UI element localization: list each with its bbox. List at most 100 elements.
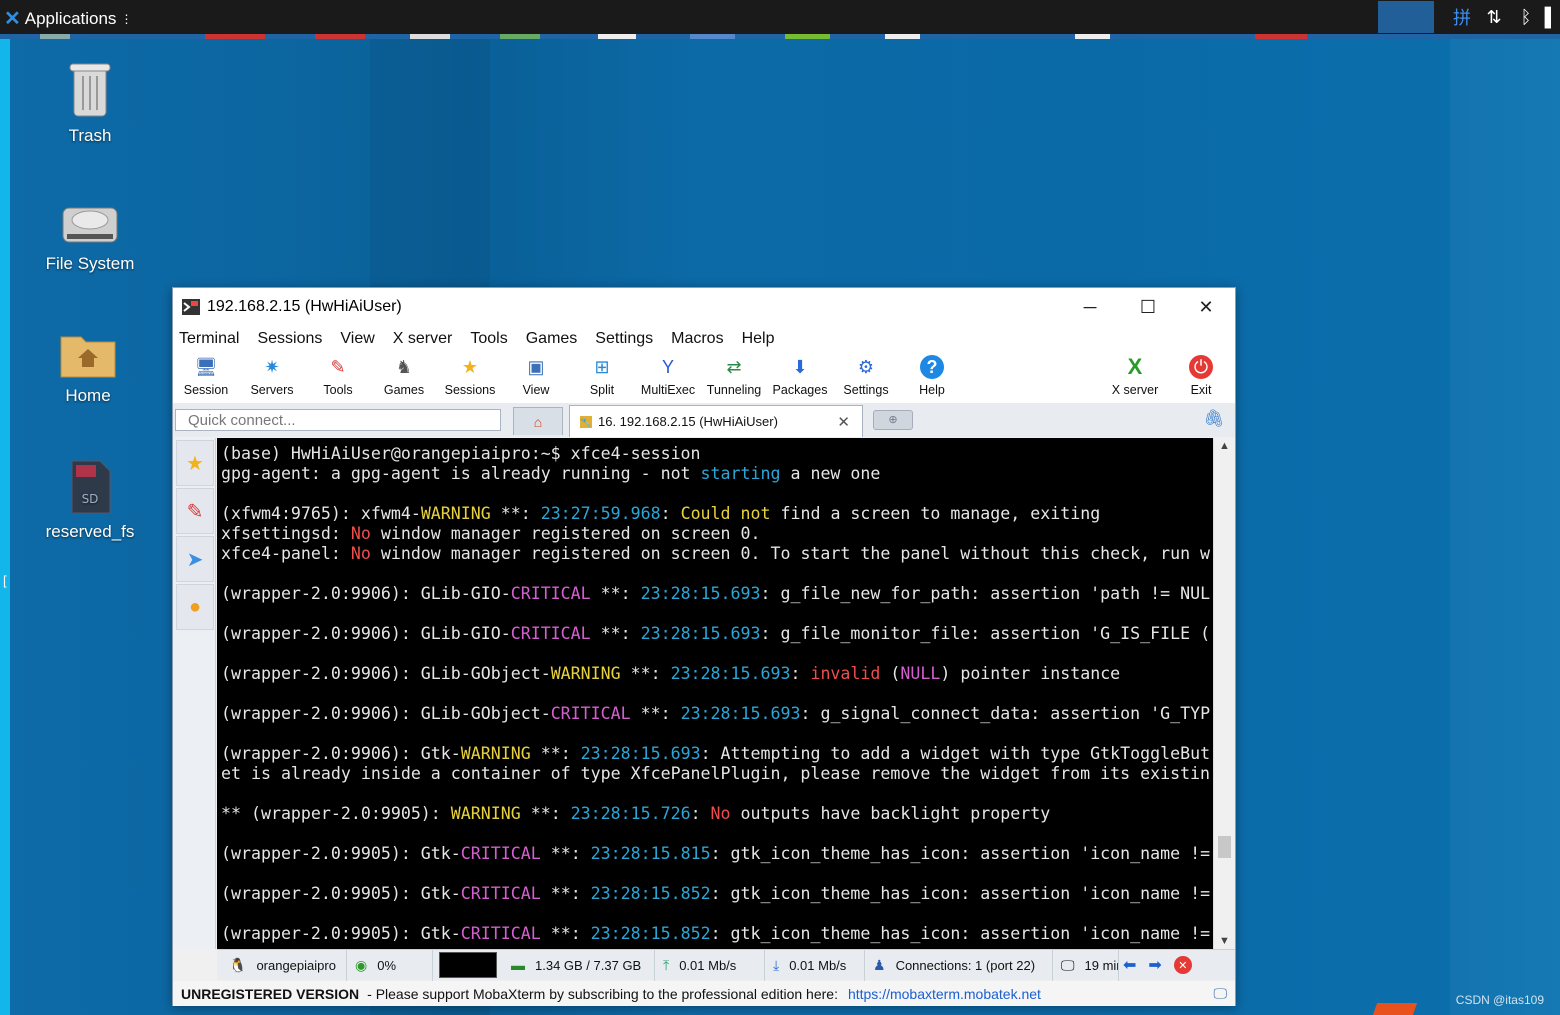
maximize-button[interactable]: ☐ (1119, 288, 1177, 326)
mobaxterm-link[interactable]: https://mobaxterm.mobatek.net (848, 986, 1041, 1002)
menu-bar: Terminal Sessions View X server Tools Ga… (173, 326, 1235, 351)
toolbar-exit-button[interactable]: ⏻ Exit (1168, 351, 1234, 397)
desktop-icon-label: Home (65, 386, 111, 405)
scroll-up-icon[interactable]: ▲ (1219, 440, 1230, 452)
toolbar-multiexec-button[interactable]: Y MultiExec (635, 351, 701, 398)
toolbar-tunneling-button[interactable]: ⇄ Tunneling (701, 351, 767, 398)
toolbar-packages-button[interactable]: ⬇ Packages (767, 351, 833, 398)
session-icon: 🖥 (194, 356, 218, 377)
menu-terminal[interactable]: Terminal (179, 330, 239, 348)
close-button[interactable]: ✕ (1177, 288, 1235, 326)
menu-x-server[interactable]: X server (393, 330, 453, 348)
menu-sessions[interactable]: Sessions (257, 330, 322, 348)
star-icon: ★ (186, 452, 204, 475)
arrow-right-icon[interactable]: ➡ (1148, 955, 1161, 975)
terminal-line: (xfwm4:9765): xfwm4-WARNING **: 23:27:59… (221, 504, 1101, 523)
left-sidebar: ★ ✎ ➤ ● (173, 438, 216, 949)
window-title: 192.168.2.15 (HwHiAiUser) (207, 298, 402, 315)
terminal-line: gpg-agent: a gpg-agent is already runnin… (221, 464, 881, 483)
toolbar-settings-button[interactable]: ⚙ Settings (833, 351, 899, 398)
desktop-icon-reserved-fs[interactable]: SD reserved_fs (30, 458, 150, 542)
terminal-scrollbar[interactable]: ▲ ▼ (1213, 438, 1235, 949)
tab-session-16[interactable]: 🔧 16. 192.168.2.15 (HwHiAiUser) ✕ (569, 405, 863, 437)
desktop-icon-label: Trash (68, 126, 112, 145)
tools-icon: ✎ (330, 356, 346, 377)
unregistered-banner: UNREGISTERED VERSION - Please support Mo… (173, 981, 1235, 1006)
status-upload: ⤒ 0.01 Mb/s (655, 949, 765, 981)
toolbar-split-button[interactable]: ⊞ Split (569, 351, 635, 398)
tab-row: Quick connect... ⌂ 🔧 16. 192.168.2.15 (H… (173, 403, 1235, 437)
scroll-thumb[interactable] (1218, 836, 1231, 858)
terminal-output[interactable]: (base) HwHiAiUser@orangepiaipro:~$ xfce4… (217, 438, 1213, 949)
clock-icon: 🖵 (1061, 956, 1075, 973)
menu-settings[interactable]: Settings (595, 330, 653, 348)
multiexec-icon: Y (661, 356, 674, 377)
home-tab[interactable]: ⌂ (513, 407, 563, 435)
desktop-icon-label: File System (45, 254, 135, 273)
terminal-line: (wrapper-2.0:9906): GLib-GIO-CRITICAL **… (221, 584, 1211, 603)
star-icon: ★ (461, 356, 479, 377)
quick-connect-input[interactable]: Quick connect... (175, 409, 501, 431)
tunneling-icon: ⇄ (726, 356, 742, 377)
desktop-icon-home[interactable]: Home (28, 328, 148, 406)
stop-icon[interactable]: ✕ (1173, 956, 1192, 974)
bluetooth-icon[interactable]: ᛒ (1510, 7, 1542, 28)
new-tab-button[interactable]: ⊕ (873, 410, 913, 430)
home-icon: ⌂ (533, 413, 543, 430)
globe-icon: ● (188, 595, 202, 618)
menu-macros[interactable]: Macros (671, 330, 723, 348)
hard-drive-icon (60, 196, 120, 248)
network-icon[interactable]: ⇅ (1478, 7, 1510, 28)
applications-menu[interactable]: ✕ Applications ⋮ (4, 6, 132, 31)
menu-tools[interactable]: Tools (470, 330, 507, 348)
paperclip-icon[interactable]: 🖇 (1203, 409, 1225, 429)
scroll-down-icon[interactable]: ▼ (1219, 935, 1230, 947)
toolbar-help-button[interactable]: ? Help (899, 351, 965, 397)
toolbar-session-button[interactable]: 🖥 Session (173, 351, 239, 398)
toolbar-view-button[interactable]: ▣ View (503, 351, 569, 398)
tray-more-icon[interactable]: ▌ (1542, 7, 1560, 28)
status-memory: ▬ 1.34 GB / 7.37 GB (503, 949, 655, 981)
status-nav: ⬅ ➡ ✕ (1119, 950, 1196, 981)
window-titlebar[interactable]: 192.168.2.15 (HwHiAiUser) ─ ☐ ✕ (173, 288, 1235, 326)
home-folder-icon (58, 328, 118, 380)
status-cpu: ◉ 0% (347, 949, 433, 981)
desktop-icon-trash[interactable]: Trash (30, 58, 150, 146)
sidebar-tools-button[interactable]: ✎ (176, 488, 214, 534)
menu-games[interactable]: Games (526, 330, 578, 348)
tab-close-icon[interactable]: ✕ (837, 413, 850, 431)
toolbar-games-button[interactable]: ♞ Games (371, 351, 437, 398)
upload-arrow-icon: ⤒ (663, 956, 670, 973)
workspace-switcher[interactable] (1378, 1, 1434, 33)
input-method-icon[interactable]: 拼 (1446, 4, 1478, 30)
power-icon: ⏻ (1189, 355, 1213, 379)
desktop-icon-filesystem[interactable]: File System (30, 196, 150, 274)
menu-handle-icon: ⋮ (120, 11, 133, 26)
mobaxterm-logo-icon (182, 299, 200, 315)
arrow-left-icon[interactable]: ⬅ (1123, 955, 1136, 975)
menu-help[interactable]: Help (742, 330, 775, 348)
sidebar-sessions-button[interactable]: ★ (176, 440, 214, 486)
sidebar-macros-button[interactable]: ● (176, 584, 214, 630)
monitor-icon[interactable]: 🖵 (1214, 985, 1228, 1002)
sidebar-sftp-button[interactable]: ➤ (176, 536, 214, 582)
minimize-button[interactable]: ─ (1061, 288, 1119, 326)
toolbar-tools-button[interactable]: ✎ Tools (305, 351, 371, 398)
tools-icon: ✎ (186, 500, 204, 523)
paper-plane-icon: ➤ (186, 548, 204, 571)
terminal-line: (wrapper-2.0:9906): GLib-GIO-CRITICAL **… (221, 624, 1211, 643)
toolbar-servers-button[interactable]: ✷ Servers (239, 351, 305, 398)
toolbar-xserver-button[interactable]: XX server (1102, 351, 1168, 397)
memory-icon: ▬ (511, 957, 525, 973)
sd-card-icon: SD (66, 458, 114, 516)
terminal-line: (base) HwHiAiUser@orangepiaipro:~$ xfce4… (221, 444, 701, 463)
toolbar-sessions-button[interactable]: ★ Sessions (437, 351, 503, 398)
trash-icon (66, 58, 114, 120)
menu-view[interactable]: View (340, 330, 374, 348)
